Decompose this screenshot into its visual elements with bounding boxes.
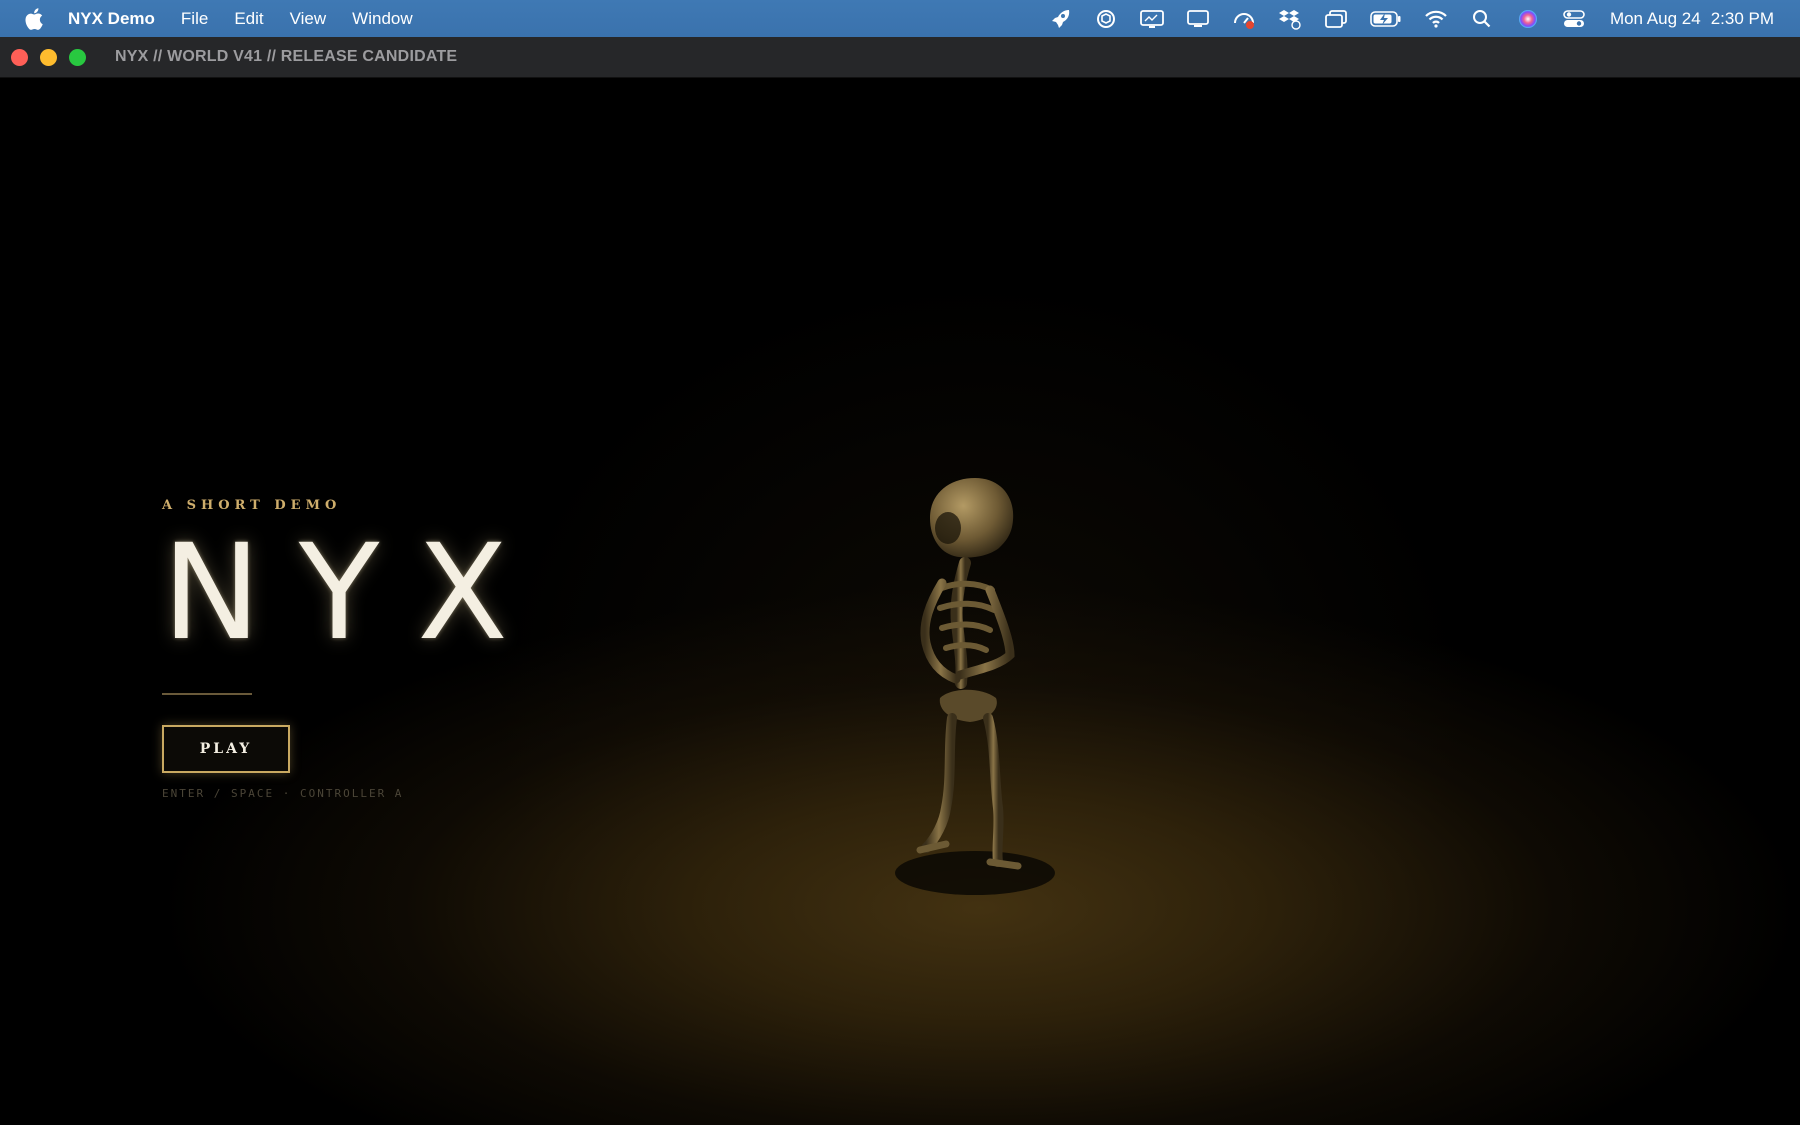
menu-window[interactable]: Window (352, 9, 412, 29)
menu-bar: NYX Demo File Edit View Window Mon Aug 2… (0, 0, 1800, 37)
window-controls (11, 48, 86, 66)
menu-view[interactable]: View (290, 9, 327, 29)
fullscreen-window-button[interactable] (69, 48, 86, 66)
game-window: NYX // WORLD V41 // RELEASE CANDIDATE A … (0, 37, 1800, 1125)
wifi-icon[interactable] (1424, 8, 1448, 30)
battery-icon[interactable] (1370, 8, 1402, 30)
clock-date: Mon Aug 24 (1609, 8, 1701, 28)
window-titlebar[interactable]: NYX // WORLD V41 // RELEASE CANDIDATE (0, 37, 1800, 78)
dropbox-icon[interactable] (1278, 8, 1302, 30)
skeleton-character-illustration (895, 478, 1055, 895)
control-center-icon[interactable] (1562, 8, 1586, 30)
window-stack-icon[interactable] (1324, 8, 1348, 30)
spotlight-search-icon[interactable] (1470, 8, 1494, 30)
clock-time: 2:30 PM (1710, 8, 1774, 28)
game-title-screen: A SHORT DEMO NYX PLAY ENTER / SPACE · CO… (0, 78, 1800, 1125)
menubar-clock[interactable]: Mon Aug 24 2:30 PM (1610, 9, 1774, 29)
openai-icon[interactable] (1094, 8, 1118, 30)
gauge-icon[interactable] (1232, 8, 1256, 30)
menu-edit[interactable]: Edit (234, 9, 263, 29)
display-icon[interactable] (1140, 8, 1164, 30)
apple-menu-icon[interactable] (24, 7, 46, 30)
title-divider (162, 693, 252, 695)
siri-icon[interactable] (1516, 8, 1540, 30)
close-window-button[interactable] (11, 48, 28, 66)
game-tagline: A SHORT DEMO (162, 498, 342, 513)
controls-hint: ENTER / SPACE · CONTROLLER A (162, 787, 404, 800)
menu-file[interactable]: File (181, 9, 208, 29)
title-panel: A SHORT DEMO NYX PLAY ENTER / SPACE · CO… (162, 498, 546, 800)
rocket-icon[interactable] (1048, 8, 1072, 30)
monitor-icon[interactable] (1186, 8, 1210, 30)
game-title: NYX (162, 516, 546, 670)
play-button[interactable]: PLAY (162, 725, 290, 773)
minimize-window-button[interactable] (40, 48, 57, 66)
app-name-menu[interactable]: NYX Demo (68, 9, 155, 29)
window-title: NYX // WORLD V41 // RELEASE CANDIDATE (115, 48, 458, 65)
